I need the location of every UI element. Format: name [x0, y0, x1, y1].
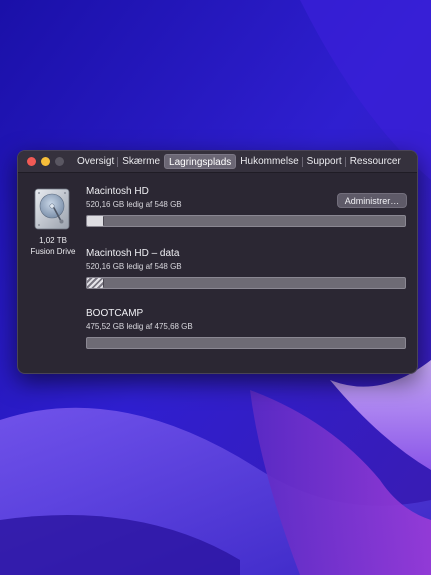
close-button[interactable] — [27, 157, 36, 166]
volume-name: Macintosh HD — [86, 186, 149, 197]
used-space-segment — [87, 278, 103, 288]
tab-bar: Oversigt Skærme Lagringsplads Hukommelse… — [73, 153, 405, 170]
tab-memory[interactable]: Hukommelse — [236, 154, 302, 169]
tab-overview[interactable]: Oversigt — [73, 154, 118, 169]
used-space-segment — [87, 216, 103, 226]
drive-capacity: 1,02 TB — [39, 236, 67, 245]
minimize-button[interactable] — [41, 157, 50, 166]
volume-usage: 520,16 GB ledig af 548 GB — [86, 200, 182, 209]
drive-caption: 1,02 TB Fusion Drive — [18, 235, 88, 257]
volume-usage: 475,52 GB ledig af 475,68 GB — [86, 322, 193, 331]
about-this-mac-window: Oversigt Skærme Lagringsplads Hukommelse… — [17, 150, 418, 374]
segment-divider — [103, 217, 104, 225]
drive-type: Fusion Drive — [30, 247, 76, 256]
volume-storage-bar — [86, 337, 406, 349]
tab-support[interactable]: Support — [301, 154, 346, 169]
volume-name: Macintosh HD – data — [86, 248, 180, 259]
tab-displays[interactable]: Skærme — [117, 154, 164, 169]
volume-storage-bar — [86, 277, 406, 289]
tab-resources[interactable]: Ressourcer — [344, 154, 405, 169]
zoom-button[interactable] — [55, 157, 64, 166]
title-bar: Oversigt Skærme Lagringsplads Hukommelse… — [18, 151, 417, 173]
tab-storage[interactable]: Lagringsplads — [164, 154, 237, 169]
volume-name: BOOTCAMP — [86, 308, 144, 319]
manage-button[interactable]: Administrer… — [337, 193, 407, 208]
volume-usage: 520,16 GB ledig af 548 GB — [86, 262, 182, 271]
hard-drive-icon — [34, 188, 70, 230]
volume-storage-bar — [86, 215, 406, 227]
segment-divider — [103, 279, 104, 287]
